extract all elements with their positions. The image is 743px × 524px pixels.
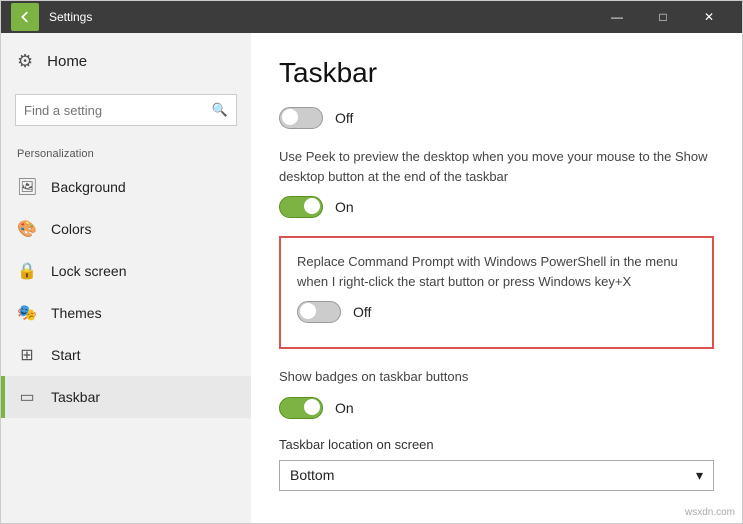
description-text-1: Use Peek to preview the desktop when you… [279,147,714,186]
toggle-highlighted-label: Off [353,304,371,320]
window-title: Settings [49,10,594,24]
app-body: ⚙ Home 🔍 Personalization 🖼 Background 🎨 … [1,33,742,523]
page-title: Taskbar [279,57,714,89]
maximize-button[interactable]: □ [640,1,686,33]
search-icon: 🔍 [212,102,228,118]
sidebar-item-label-taskbar: Taskbar [51,389,100,405]
back-button[interactable] [11,3,39,31]
sidebar-home[interactable]: ⚙ Home [1,33,251,90]
sidebar-item-label-start: Start [51,347,81,363]
sidebar-item-label-background: Background [51,179,126,195]
search-input[interactable] [24,103,212,118]
highlighted-section: Replace Command Prompt with Windows Powe… [279,236,714,349]
sidebar-item-lock-screen[interactable]: 🔒 Lock screen [1,250,251,292]
taskbar-icon: ▭ [17,387,37,407]
highlighted-description: Replace Command Prompt with Windows Powe… [297,252,696,291]
toggle-section-1: Off [279,107,714,129]
lock-screen-icon: 🔒 [17,261,37,281]
sidebar-item-background[interactable]: 🖼 Background [1,166,251,208]
sidebar-item-label-colors: Colors [51,221,91,237]
minimize-button[interactable]: — [594,1,640,33]
close-button[interactable]: ✕ [686,1,732,33]
toggle-highlighted[interactable] [297,301,341,323]
location-value: Bottom [290,467,334,483]
title-bar: Settings — □ ✕ [1,1,742,33]
sidebar-item-label-lock-screen: Lock screen [51,263,126,279]
sidebar-item-label-themes: Themes [51,305,102,321]
toggle-row-2: On [279,196,714,218]
toggle-row-1: Off [279,107,714,129]
location-section: Taskbar location on screen Bottom ▾ [279,437,714,491]
background-icon: 🖼 [17,177,37,197]
sidebar-item-start[interactable]: ⊞ Start [1,334,251,376]
content-area: Taskbar Off Use Peek to preview the desk… [251,33,742,523]
badges-section: Show badges on taskbar buttons On [279,367,714,419]
search-box[interactable]: 🔍 [15,94,237,126]
badges-description: Show badges on taskbar buttons [279,367,714,387]
sidebar: ⚙ Home 🔍 Personalization 🖼 Background 🎨 … [1,33,251,523]
toggle-1[interactable] [279,107,323,129]
toggle-3-label: On [335,400,354,416]
location-label: Taskbar location on screen [279,437,714,452]
location-dropdown[interactable]: Bottom ▾ [279,460,714,491]
themes-icon: 🎭 [17,303,37,323]
description-section-1: Use Peek to preview the desktop when you… [279,147,714,218]
sidebar-item-themes[interactable]: 🎭 Themes [1,292,251,334]
colors-icon: 🎨 [17,219,37,239]
sidebar-item-taskbar[interactable]: ▭ Taskbar [1,376,251,418]
home-icon: ⚙ [17,51,33,72]
toggle-row-3: On [279,397,714,419]
home-label: Home [47,53,87,70]
toggle-2[interactable] [279,196,323,218]
toggle-row-highlighted: Off [297,301,696,323]
toggle-1-label: Off [335,110,353,126]
chevron-down-icon: ▾ [696,467,703,484]
start-icon: ⊞ [17,345,37,365]
sidebar-section-label: Personalization [1,140,251,166]
toggle-2-label: On [335,199,354,215]
toggle-3[interactable] [279,397,323,419]
sidebar-item-colors[interactable]: 🎨 Colors [1,208,251,250]
window-controls: — □ ✕ [594,1,732,33]
